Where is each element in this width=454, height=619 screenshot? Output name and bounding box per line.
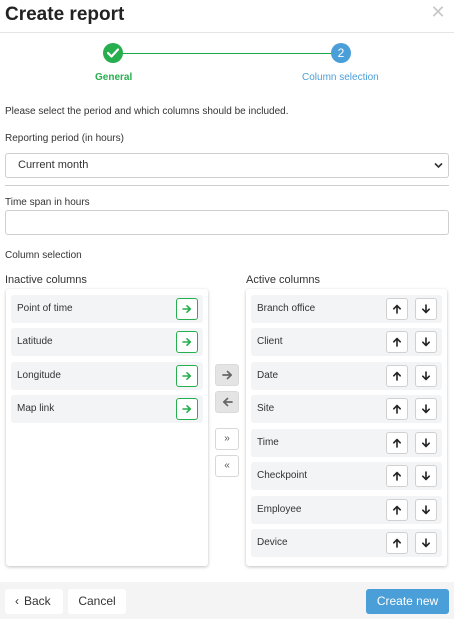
move-down-button[interactable] (415, 331, 437, 353)
list-item[interactable]: Date (251, 362, 442, 390)
timespan-input[interactable] (5, 210, 449, 235)
move-right-button[interactable] (176, 398, 198, 420)
period-select[interactable]: Current month (5, 153, 449, 178)
list-item[interactable]: Checkpoint (251, 462, 442, 490)
divider (5, 185, 449, 186)
move-up-button[interactable] (386, 432, 408, 454)
move-down-button[interactable] (415, 398, 437, 420)
arrow-down-icon (422, 371, 430, 381)
move-down-button[interactable] (415, 499, 437, 521)
list-item-label: Time (257, 437, 279, 448)
move-selected-left-button[interactable] (215, 391, 239, 413)
move-down-button[interactable] (415, 532, 437, 554)
arrow-up-icon (393, 304, 401, 314)
arrow-down-icon (422, 438, 430, 448)
dialog-header: Create report ✕ (0, 0, 454, 33)
period-select-value: Current month (18, 159, 89, 171)
intro-text: Please select the period and which colum… (5, 106, 289, 117)
move-up-button[interactable] (386, 465, 408, 487)
create-new-button[interactable]: Create new (366, 589, 449, 614)
list-item-label: Site (257, 403, 275, 414)
list-item-label: Employee (257, 504, 302, 515)
list-item[interactable]: Device (251, 529, 442, 557)
arrow-right-icon (182, 338, 192, 346)
move-up-button[interactable] (386, 499, 408, 521)
active-columns-list: Branch office Client Date Site Time Chec… (246, 289, 447, 566)
inactive-columns-heading: Inactive columns (5, 274, 87, 286)
wizard-steps: 2 General Column selection (0, 40, 454, 90)
back-button[interactable]: ‹ Back (5, 589, 63, 614)
arrow-down-icon (422, 404, 430, 414)
move-down-button[interactable] (415, 465, 437, 487)
move-up-button[interactable] (386, 398, 408, 420)
move-selected-right-button[interactable] (215, 364, 239, 386)
arrow-right-icon (182, 372, 192, 380)
dialog-title: Create report (5, 4, 125, 25)
arrow-up-icon (393, 505, 401, 515)
arrow-down-icon (422, 538, 430, 548)
list-item[interactable]: Longitude (11, 362, 203, 390)
list-item[interactable]: Branch office (251, 295, 442, 323)
move-down-button[interactable] (415, 365, 437, 387)
list-item-label: Longitude (17, 370, 61, 381)
move-down-button[interactable] (415, 298, 437, 320)
back-button-label: Back (24, 594, 51, 608)
arrow-down-icon (422, 471, 430, 481)
arrow-right-icon (222, 370, 233, 380)
move-up-button[interactable] (386, 532, 408, 554)
step-column-selection-label: Column selection (302, 72, 379, 83)
arrow-right-icon (182, 305, 192, 313)
step-general-check-icon[interactable] (103, 43, 123, 63)
arrow-up-icon (393, 438, 401, 448)
list-item-label: Branch office (257, 303, 316, 314)
list-item[interactable]: Map link (11, 395, 203, 423)
arrow-left-icon (222, 397, 233, 407)
arrow-down-icon (422, 304, 430, 314)
list-item[interactable]: Latitude (11, 328, 203, 356)
move-all-left-button[interactable]: « (215, 455, 239, 477)
move-all-right-button[interactable]: » (215, 428, 239, 450)
move-right-button[interactable] (176, 298, 198, 320)
list-item-label: Checkpoint (257, 470, 308, 481)
wizard-connector (122, 53, 332, 54)
move-right-button[interactable] (176, 331, 198, 353)
move-right-button[interactable] (176, 365, 198, 387)
list-item[interactable]: Site (251, 395, 442, 423)
list-item-label: Device (257, 537, 288, 548)
column-selection-label: Column selection (5, 250, 82, 261)
list-item-label: Point of time (17, 303, 73, 314)
list-item-label: Client (257, 336, 283, 347)
move-down-button[interactable] (415, 432, 437, 454)
move-up-button[interactable] (386, 365, 408, 387)
arrow-down-icon (422, 505, 430, 515)
list-item[interactable]: Employee (251, 496, 442, 524)
move-up-button[interactable] (386, 331, 408, 353)
list-item[interactable]: Time (251, 429, 442, 457)
chevron-left-icon: ‹ (15, 594, 19, 608)
arrow-up-icon (393, 471, 401, 481)
close-icon[interactable]: ✕ (430, 3, 446, 21)
dialog-footer: ‹ Back Cancel Create new (0, 582, 454, 619)
active-columns-heading: Active columns (246, 274, 320, 286)
arrow-up-icon (393, 404, 401, 414)
arrow-down-icon (422, 337, 430, 347)
list-item-label: Date (257, 370, 279, 381)
period-label: Reporting period (in hours) (5, 133, 124, 144)
list-item-label: Map link (17, 403, 55, 414)
list-item[interactable]: Client (251, 328, 442, 356)
arrow-up-icon (393, 371, 401, 381)
timespan-label: Time span in hours (5, 197, 90, 208)
move-up-button[interactable] (386, 298, 408, 320)
inactive-columns-list: Point of time Latitude Longitude Map lin… (6, 289, 208, 566)
list-item[interactable]: Point of time (11, 295, 203, 323)
cancel-button[interactable]: Cancel (68, 589, 126, 614)
step-column-selection-number[interactable]: 2 (331, 43, 351, 63)
step-general-label: General (95, 72, 133, 83)
list-item-label: Latitude (17, 336, 53, 347)
chevron-down-icon (434, 162, 443, 169)
arrow-up-icon (393, 538, 401, 548)
arrow-up-icon (393, 337, 401, 347)
arrow-right-icon (182, 405, 192, 413)
